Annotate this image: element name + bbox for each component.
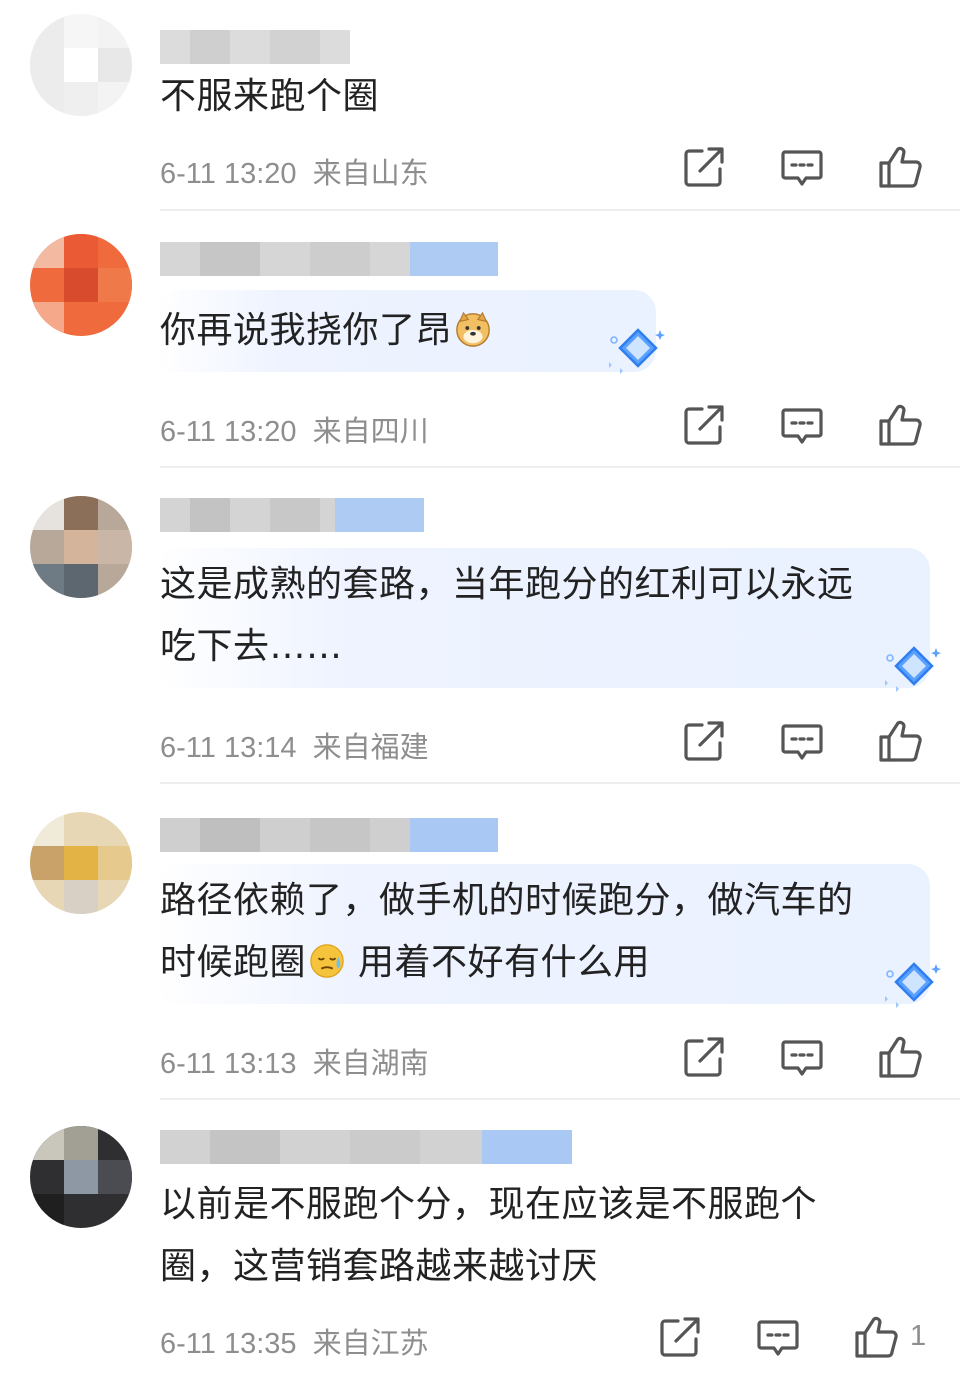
comment-text-line: 以前是不服跑个分，现在应该是不服跑个: [160, 1184, 818, 1225]
comment-time: 6-11 13:13: [160, 1048, 297, 1080]
comment-item: 不服来跑个圈 6-11 13:20 来自山东: [0, 0, 960, 212]
comment-time: 6-11 13:14: [160, 732, 297, 764]
comment-text-line: 圈，这营销套路越来越讨厌: [160, 1246, 599, 1287]
comment-location: 来自四川: [312, 416, 429, 448]
username[interactable]: [160, 242, 498, 276]
divider: [160, 209, 960, 211]
avatar[interactable]: [30, 234, 132, 336]
diamond-badge-icon: [608, 324, 668, 374]
share-icon[interactable]: [680, 143, 728, 191]
comment-text: 不服来跑个圈: [160, 76, 380, 117]
diamond-badge-icon: [884, 642, 944, 692]
avatar[interactable]: [30, 812, 132, 914]
comment-text-line: 吃下去……: [160, 626, 343, 667]
comment-meta: 6-11 13:14 来自福建: [160, 724, 429, 766]
reply-icon[interactable]: [778, 717, 826, 765]
share-icon[interactable]: [656, 1313, 704, 1361]
comment-item: 这是成熟的套路，当年跑分的红利可以永远 吃下去…… 6-11 13:14 来自福…: [0, 468, 960, 784]
comment-text-part: 用着不好有什么用: [357, 942, 650, 983]
share-icon[interactable]: [680, 401, 728, 449]
reply-icon[interactable]: [778, 143, 826, 191]
comment-location: 来自湖南: [312, 1048, 429, 1080]
username[interactable]: [160, 498, 424, 532]
comment-item: 你再说我挠你了昂 6-11 13:20 来自四川: [0, 212, 960, 468]
doge-emoji: [456, 311, 490, 347]
comment-location: 来自江苏: [312, 1328, 429, 1360]
comment-text-part: 时候跑圈: [160, 942, 307, 983]
comment-text: 你再说我挠你了昂: [160, 300, 492, 362]
comment-time: 6-11 13:20: [160, 416, 297, 448]
username[interactable]: [160, 1130, 572, 1164]
avatar[interactable]: [30, 14, 132, 116]
reply-icon[interactable]: [778, 401, 826, 449]
comment-meta: 6-11 13:35 来自江苏: [160, 1320, 429, 1362]
comment-text-line: 这是成熟的套路，当年跑分的红利可以永远: [160, 564, 854, 605]
thumbs-up-icon[interactable]: [876, 1033, 924, 1081]
avatar[interactable]: [30, 1126, 132, 1228]
username[interactable]: [160, 818, 498, 852]
avatar[interactable]: [30, 496, 132, 598]
thumbs-up-icon[interactable]: [876, 143, 924, 191]
comment-text-line: 时候跑圈 用着不好有什么用: [160, 932, 854, 994]
comment-meta: 6-11 13:20 来自四川: [160, 408, 429, 450]
thumbs-up-icon[interactable]: [852, 1313, 900, 1361]
comment-location: 来自福建: [312, 732, 429, 764]
comment-text: 路径依赖了，做手机的时候跑分，做汽车的 时候跑圈 用着不好有什么用: [160, 870, 854, 994]
reply-icon[interactable]: [778, 1033, 826, 1081]
comment-meta: 6-11 13:13 来自湖南: [160, 1040, 429, 1082]
comment-item: 路径依赖了，做手机的时候跑分，做汽车的 时候跑圈 用着不好有什么用 6-11 1…: [0, 784, 960, 1100]
comment-time: 6-11 13:35: [160, 1328, 297, 1360]
comment-text: 这是成熟的套路，当年跑分的红利可以永远 吃下去……: [160, 554, 854, 678]
comment-text: 以前是不服跑个分，现在应该是不服跑个 圈，这营销套路越来越讨厌: [160, 1174, 817, 1298]
username[interactable]: [160, 30, 350, 64]
thumbs-up-icon[interactable]: [876, 717, 924, 765]
comment-location: 来自山东: [312, 158, 429, 190]
reply-icon[interactable]: [754, 1313, 802, 1361]
diamond-badge-icon: [884, 958, 944, 1008]
like-count: 1: [910, 1320, 927, 1352]
share-icon[interactable]: [680, 717, 728, 765]
comment-item: 以前是不服跑个分，现在应该是不服跑个 圈，这营销套路越来越讨厌 6-11 13:…: [0, 1100, 960, 1376]
comment-text-line: 路径依赖了，做手机的时候跑分，做汽车的: [160, 880, 854, 921]
comment-text-content: 你再说我挠你了昂: [160, 310, 453, 351]
sweat-emoji: [310, 944, 344, 978]
comment-meta: 6-11 13:20 来自山东: [160, 150, 429, 192]
thumbs-up-icon[interactable]: [876, 401, 924, 449]
share-icon[interactable]: [680, 1033, 728, 1081]
comment-time: 6-11 13:20: [160, 158, 297, 190]
